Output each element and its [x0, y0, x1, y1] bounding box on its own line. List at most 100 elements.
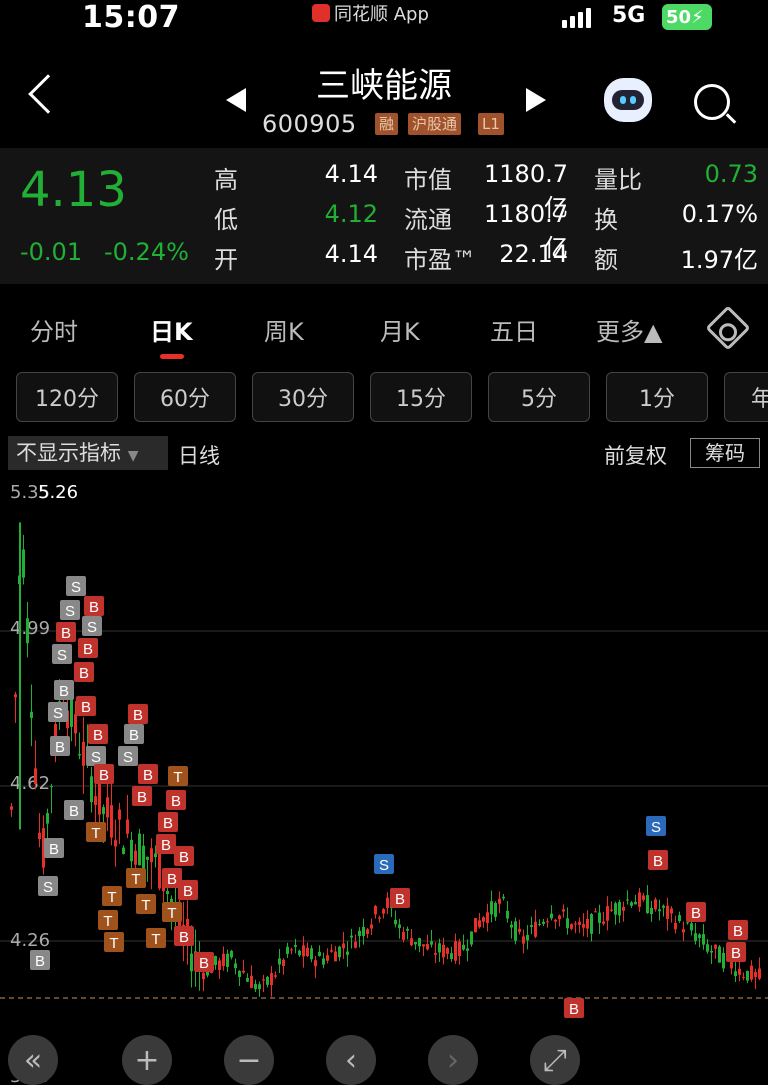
candle-body	[562, 909, 565, 912]
candle-body	[106, 797, 109, 818]
next-stock-icon[interactable]	[526, 88, 546, 112]
dropdown-arrow-icon: ▼	[127, 448, 139, 464]
tab-monthly-k[interactable]: 月K	[380, 312, 420, 347]
candle-body	[74, 714, 77, 734]
candle-body	[214, 955, 217, 965]
candle-body	[10, 806, 13, 810]
signal-marker-label: T	[107, 889, 116, 906]
assistant-robot-icon[interactable]	[604, 78, 652, 122]
period-year[interactable]: 年	[724, 372, 768, 422]
signal-marker-label: S	[43, 879, 53, 896]
tab-daily-k[interactable]: 日K	[150, 312, 193, 347]
candle-body	[742, 976, 745, 978]
scroll-right-icon[interactable]: ›	[428, 1035, 478, 1085]
tab-intraday[interactable]: 分时	[30, 312, 78, 347]
candle-body	[554, 919, 557, 922]
chips-button[interactable]: 筹码	[690, 438, 760, 468]
candle-body	[22, 549, 25, 578]
candle-body	[558, 915, 561, 920]
indicator-dropdown[interactable]: 不显示指标 ▼	[8, 436, 168, 470]
label-low: 低	[214, 206, 238, 234]
period-60m[interactable]: 60分	[134, 372, 236, 422]
zoom-out-icon[interactable]: −	[224, 1035, 274, 1085]
candlestick-chart[interactable]: 5.35 5.26 4.99 4.62 4.26 3.89 SSBBSSBBBB…	[0, 476, 768, 1084]
scroll-left-icon[interactable]: ‹	[326, 1035, 376, 1085]
signal-marker-label: B	[653, 853, 663, 870]
period-5m[interactable]: 5分	[488, 372, 590, 422]
signal-marker-label: B	[133, 707, 143, 724]
candle-body	[674, 922, 677, 930]
candle-body	[650, 907, 653, 915]
candle-body	[706, 944, 709, 952]
candle-body	[334, 951, 337, 962]
signal-marker-label: B	[183, 883, 193, 900]
candle-body	[410, 938, 413, 946]
signal-marker-label: B	[49, 841, 59, 858]
price-change-pct: -0.24%	[104, 238, 189, 266]
candle-body	[526, 934, 529, 941]
tab-five-day[interactable]: 五日	[490, 312, 538, 347]
candle-body	[218, 960, 221, 971]
period-15m[interactable]: 15分	[370, 372, 472, 422]
stock-name: 三峡能源	[316, 66, 452, 106]
fullscreen-icon[interactable]: ⤢	[530, 1035, 580, 1085]
candle-body	[678, 915, 681, 922]
signal-marker-label: B	[137, 789, 147, 806]
candle-body	[150, 848, 153, 863]
candle-body	[146, 856, 149, 860]
candle-body	[734, 971, 737, 977]
active-tab-indicator	[160, 354, 184, 359]
candle-body	[378, 917, 381, 919]
signal-marker-label: S	[87, 619, 97, 636]
zoom-in-icon[interactable]: +	[122, 1035, 172, 1085]
candle-body	[602, 921, 605, 924]
candle-body	[518, 928, 521, 932]
candle-body	[746, 970, 749, 981]
y-tick-2: 4.99	[10, 618, 50, 639]
signal-marker-label: B	[59, 683, 69, 700]
candle-body	[310, 948, 313, 960]
candle-body	[418, 938, 421, 947]
tab-weekly-k[interactable]: 周K	[264, 312, 304, 347]
status-time: 15:07	[82, 0, 180, 35]
current-price: 4.13	[20, 162, 127, 218]
candle-body	[326, 955, 329, 961]
collapse-left-icon[interactable]: «	[8, 1035, 58, 1085]
candle-body	[550, 913, 553, 919]
signal-marker-label: S	[53, 705, 63, 722]
battery-icon: 50 ⚡	[662, 4, 712, 30]
candle-body	[78, 754, 81, 756]
candle-body	[574, 923, 577, 925]
signal-marker-label: B	[167, 871, 177, 888]
search-icon[interactable]	[694, 84, 730, 120]
adjust-toggle[interactable]: 前复权	[604, 440, 667, 470]
candle-body	[634, 901, 637, 905]
signal-marker-label: S	[65, 603, 75, 620]
settings-gear-icon[interactable]	[705, 305, 751, 351]
y-tick-4: 4.26	[10, 930, 50, 951]
candle-body	[594, 911, 597, 913]
candle-body	[122, 847, 125, 854]
candle-body	[266, 976, 269, 985]
candle-body	[222, 953, 225, 966]
period-30m[interactable]: 30分	[252, 372, 354, 422]
signal-marker-label: B	[79, 665, 89, 682]
period-120m[interactable]: 120分	[16, 372, 118, 422]
tab-more[interactable]: 更多▲	[596, 312, 662, 347]
period-1m[interactable]: 1分	[606, 372, 708, 422]
signal-marker-label: B	[163, 815, 173, 832]
signal-marker-label: T	[131, 871, 140, 888]
candle-body	[386, 897, 389, 908]
prev-stock-icon[interactable]	[226, 88, 246, 112]
stock-code: 600905	[262, 110, 357, 138]
candle-body	[338, 946, 341, 958]
candle-body	[430, 941, 433, 945]
candle-body	[446, 948, 449, 954]
candle-body	[234, 963, 237, 969]
candle-body	[722, 952, 725, 969]
candle-body	[286, 946, 289, 954]
candle-body	[662, 905, 665, 908]
label-pe: 市盈™	[404, 246, 476, 274]
candle-body	[350, 935, 353, 938]
candle-body	[94, 796, 97, 805]
